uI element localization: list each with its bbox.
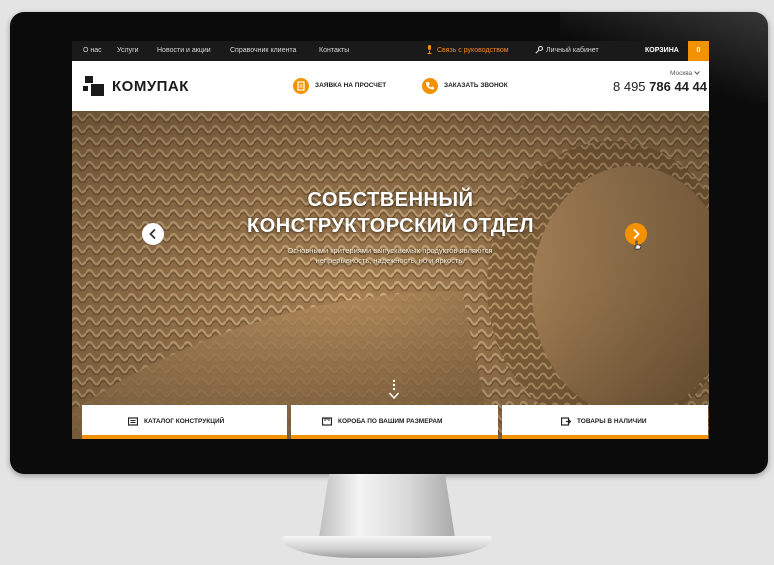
tab-custom-boxes-label: КОРОБА ПО ВАШИМ РАЗМЕРАМ [338,418,443,425]
tab-in-stock[interactable]: ТОВАРЫ В НАЛИЧИИ [502,405,708,439]
ruler-box-icon [322,417,332,426]
contact-management-link[interactable]: Связь с руководством [437,47,509,54]
tab-catalog[interactable]: КАТАЛОГ КОНСТРУКЦИЙ [82,405,287,439]
slider-prev-button[interactable] [142,223,164,245]
logo-icon[interactable] [83,75,105,97]
tab-catalog-label: КАТАЛОГ КОНСТРУКЦИЙ [144,418,225,425]
website-screen: О нас Услуги Новости и акции Справочник … [72,41,709,439]
top-navigation: О нас Услуги Новости и акции Справочник … [72,41,709,61]
hero-title-line1: СОБСТВЕННЫЙ [307,189,474,211]
key-icon [535,46,543,54]
nav-services[interactable]: Услуги [117,47,139,54]
cart-label: КОРЗИНА [645,47,679,54]
chevron-right-icon [633,228,640,240]
nav-client-guide[interactable]: Справочник клиента [230,47,296,54]
hero-slider: СОБСТВЕННЫЙ КОНСТРУКТОРСКИЙ ОТДЕЛ Основн… [72,111,709,439]
callback-request-label: ЗАКАЗАТЬ ЗВОНОК [444,82,508,89]
microphone-icon [427,45,432,54]
tab-in-stock-label: ТОВАРЫ В НАЛИЧИИ [577,418,647,425]
site-header: КОМУПАК ЗАЯВКА НА ПРОСЧЕТ ЗАКАЗАТЬ ЗВОНО… [72,61,709,111]
tab-custom-boxes[interactable]: КОРОБА ПО ВАШИМ РАЗМЕРАМ [291,405,498,439]
logo-text[interactable]: КОМУПАК [112,78,189,95]
phone-number[interactable]: 8 495 786 44 44 [613,79,707,94]
hero-subtitle: Основными критериями выпускаемых продукт… [287,246,493,265]
city-label: Москва [670,70,693,77]
city-selector[interactable]: Москва [670,70,700,77]
phone-prefix: 8 495 [613,79,646,94]
cart-button[interactable]: КОРЗИНА 0 [645,41,709,61]
phone-main: 786 44 44 [649,79,708,94]
scroll-down-icon[interactable] [388,379,400,401]
cart-count-badge: 0 [688,41,709,61]
mouse-cursor-icon [634,240,642,250]
box-arrow-icon [561,417,571,426]
catalog-icon [128,417,138,426]
nav-contacts[interactable]: Контакты [319,47,349,54]
nav-news[interactable]: Новости и акции [157,47,211,54]
chevron-left-icon [149,228,156,240]
chevron-down-icon [694,71,700,75]
personal-cabinet-link[interactable]: Личный кабинет [546,47,599,54]
estimate-request-label: ЗАЯВКА НА ПРОСЧЕТ [315,82,387,89]
monitor-stand-neck [318,474,456,544]
phone-icon [422,78,438,94]
monitor-stand-base [282,536,492,558]
hero-title-line2: КОНСТРУКТОРСКИЙ ОТДЕЛ [246,215,535,237]
document-icon [293,78,309,94]
nav-about[interactable]: О нас [83,47,102,54]
